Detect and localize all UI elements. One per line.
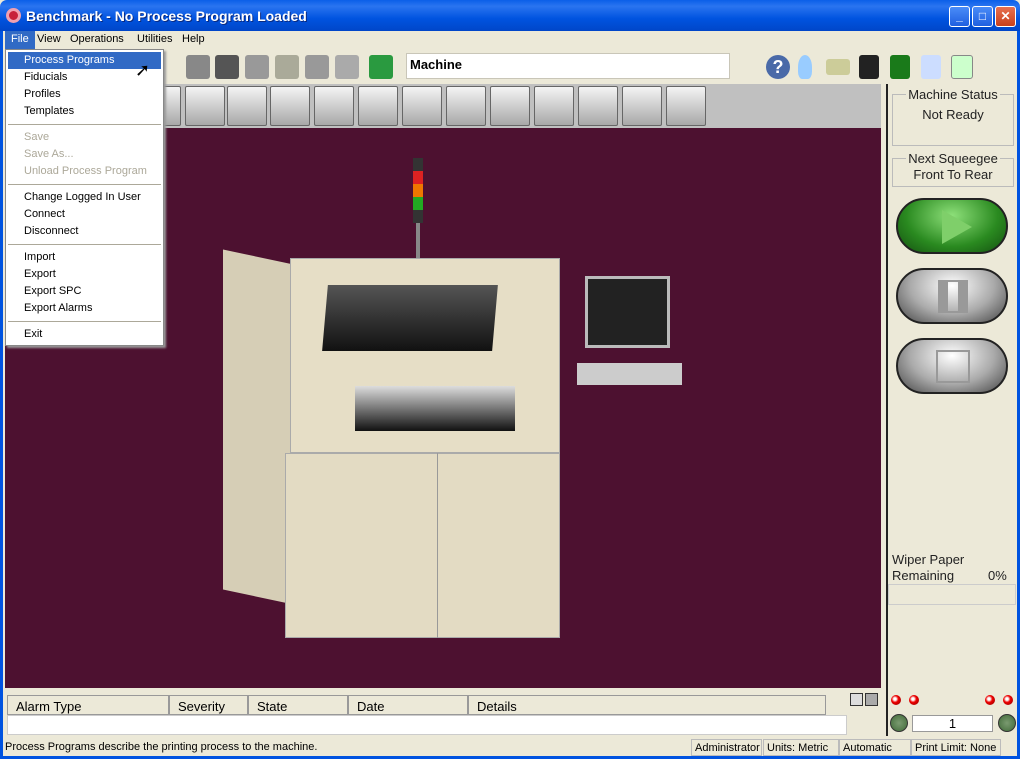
lightbulb-icon[interactable] [798, 55, 812, 79]
wiper-icon[interactable] [490, 86, 530, 126]
menu-operations[interactable]: Operations [64, 31, 130, 49]
indicator-led [985, 695, 995, 705]
right-panel: Machine Status Not Ready Next Squeegee F… [886, 84, 1016, 736]
squeegee-icon[interactable] [227, 86, 267, 126]
memory-card-icon[interactable] [826, 59, 850, 75]
menu-view[interactable]: View [31, 31, 67, 49]
alarm-table: Alarm Type Severity State Date Details [5, 693, 881, 736]
menu-item-export-spc[interactable]: Export SPC [8, 283, 161, 300]
status-message: Process Programs describe the printing p… [5, 741, 318, 753]
column-state[interactable]: State [248, 695, 348, 715]
wiper-paper-label: Wiper Paper [892, 552, 965, 567]
app-logo-icon [6, 8, 21, 23]
alarm-list[interactable] [7, 715, 847, 735]
menu-item-exit[interactable]: Exit [8, 326, 161, 343]
column-details[interactable]: Details [468, 695, 826, 715]
stop-button[interactable] [896, 338, 1008, 394]
machine-status-value: Not Ready [922, 107, 984, 122]
wiper-percent: 0% [988, 568, 1007, 583]
next-squeegee-group: Next Squeegee Front To Rear [892, 151, 1014, 187]
menu-separator [8, 124, 161, 125]
menu-utilities[interactable]: Utilities [131, 31, 178, 49]
return-icon[interactable] [666, 86, 706, 126]
spc-chart-icon[interactable] [185, 86, 225, 126]
menu-item-unload-process-program: Unload Process Program [24, 165, 147, 177]
restore-alarms-button[interactable] [865, 693, 878, 706]
menu-item-save: Save [24, 131, 50, 143]
lock-icon[interactable] [369, 55, 393, 79]
status-user: Administrator [691, 739, 762, 756]
menu-item-profiles[interactable]: Profiles [8, 86, 161, 103]
wiper-progress-bar [888, 584, 1016, 605]
column-alarm-type[interactable]: Alarm Type [7, 695, 169, 715]
counter-field[interactable]: 1 [912, 715, 993, 732]
tooling-icon[interactable] [314, 86, 354, 126]
menu-separator [8, 184, 161, 185]
spreadsheet-icon[interactable] [951, 55, 973, 79]
wiper-remaining-label: Remaining [892, 568, 955, 583]
next-squeegee-value: Front To Rear [913, 167, 993, 182]
support-pins-icon[interactable] [358, 86, 398, 126]
rail-icon[interactable] [402, 86, 442, 126]
status-print-limit: Print Limit: None [911, 739, 1001, 756]
pause-button[interactable] [896, 268, 1008, 324]
status-bar: Process Programs describe the printing p… [3, 738, 1017, 756]
indicator-led [891, 695, 901, 705]
next-squeegee-label: Next Squeegee [906, 151, 1000, 166]
pause-icon [938, 280, 968, 313]
indicator-led [1003, 695, 1013, 705]
status-units: Units: Metric [763, 739, 839, 756]
machine-status-label: Machine Status [906, 87, 1000, 102]
solvent-drops-icon[interactable] [578, 86, 618, 126]
indicator-led [909, 695, 919, 705]
raise-icon[interactable] [245, 55, 269, 79]
machine-field[interactable]: Machine [406, 53, 730, 79]
menu-item-connect[interactable]: Connect [8, 206, 161, 223]
close-button[interactable]: ✕ [995, 6, 1016, 27]
menu-item-export[interactable]: Export [8, 266, 161, 283]
machine-status-group: Machine Status Not Ready [892, 87, 1014, 146]
camera-icon[interactable] [215, 55, 239, 79]
column-severity[interactable]: Severity [169, 695, 248, 715]
inspection-icon[interactable] [622, 86, 662, 126]
stencil-icon[interactable] [270, 86, 310, 126]
column-date[interactable]: Date [348, 695, 468, 715]
play-icon [942, 210, 972, 244]
transfer-icon[interactable] [534, 86, 574, 126]
menu-help[interactable]: Help [176, 31, 211, 49]
minimize-alarms-button[interactable] [850, 693, 863, 706]
menu-bar: File View Operations Utilities Help [3, 31, 1017, 49]
help-icon[interactable]: ? [766, 55, 790, 79]
green-indicator-right [998, 714, 1016, 732]
green-indicator-left [890, 714, 908, 732]
menu-item-import[interactable]: Import [8, 249, 161, 266]
maximize-button[interactable]: □ [972, 6, 993, 27]
conveyor-icon[interactable] [186, 55, 210, 79]
menu-separator [8, 321, 161, 322]
menu-separator [8, 244, 161, 245]
mouse-cursor-icon: ➚ [135, 60, 151, 80]
minimize-button[interactable]: _ [949, 6, 970, 27]
menu-item-save-as: Save As... [24, 148, 74, 160]
menu-item-export-alarms[interactable]: Export Alarms [8, 300, 161, 317]
report-icon[interactable] [921, 55, 941, 79]
status-mode: Automatic [839, 739, 911, 756]
up-down-icon[interactable] [305, 55, 329, 79]
load-board-icon[interactable] [275, 55, 299, 79]
window-title: Benchmark - No Process Program Loaded [26, 8, 307, 24]
file-menu-dropdown: Process Programs Fiducials Profiles Templat… [5, 49, 164, 346]
board-icon[interactable] [890, 55, 910, 79]
menu-item-templates[interactable]: Templates [8, 103, 161, 120]
board-support-icon[interactable] [446, 86, 486, 126]
title-bar: Benchmark - No Process Program Loaded _ … [0, 0, 1020, 31]
menu-item-change-logged-in-user[interactable]: Change Logged In User [8, 189, 161, 206]
start-button[interactable] [896, 198, 1008, 254]
save-disk-icon[interactable] [859, 55, 879, 79]
menu-item-disconnect[interactable]: Disconnect [8, 223, 161, 240]
stop-icon [936, 350, 970, 383]
lift-icon[interactable] [335, 55, 359, 79]
